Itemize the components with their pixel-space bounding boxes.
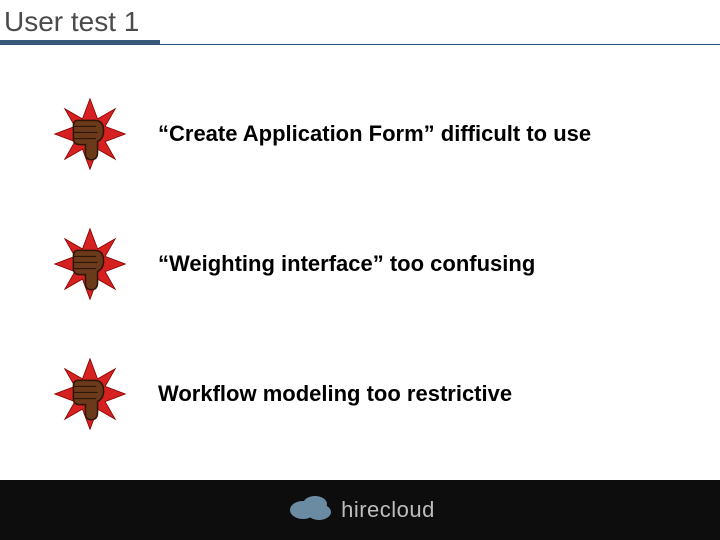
items-list: “Create Application Form” difficult to u…	[48, 92, 668, 482]
list-item: “Create Application Form” difficult to u…	[48, 92, 668, 176]
thumbs-down-icon	[48, 352, 158, 436]
thumbs-down-icon	[48, 92, 158, 176]
slide-title: User test 1	[4, 6, 139, 37]
item-text: “Create Application Form” difficult to u…	[158, 121, 668, 147]
item-text: Workflow modeling too restrictive	[158, 381, 668, 407]
cloud-icon	[285, 492, 335, 529]
list-item: Workflow modeling too restrictive	[48, 352, 668, 436]
brand-logo: hirecloud	[285, 492, 435, 529]
slide: User test 1	[0, 0, 720, 540]
title-rule	[0, 44, 720, 45]
item-text: “Weighting interface” too confusing	[158, 251, 668, 277]
title-bar: User test 1	[0, 0, 160, 44]
list-item: “Weighting interface” too confusing	[48, 222, 668, 306]
footer-bar: hirecloud	[0, 480, 720, 540]
thumbs-down-icon	[48, 222, 158, 306]
brand-name: hirecloud	[341, 497, 435, 523]
